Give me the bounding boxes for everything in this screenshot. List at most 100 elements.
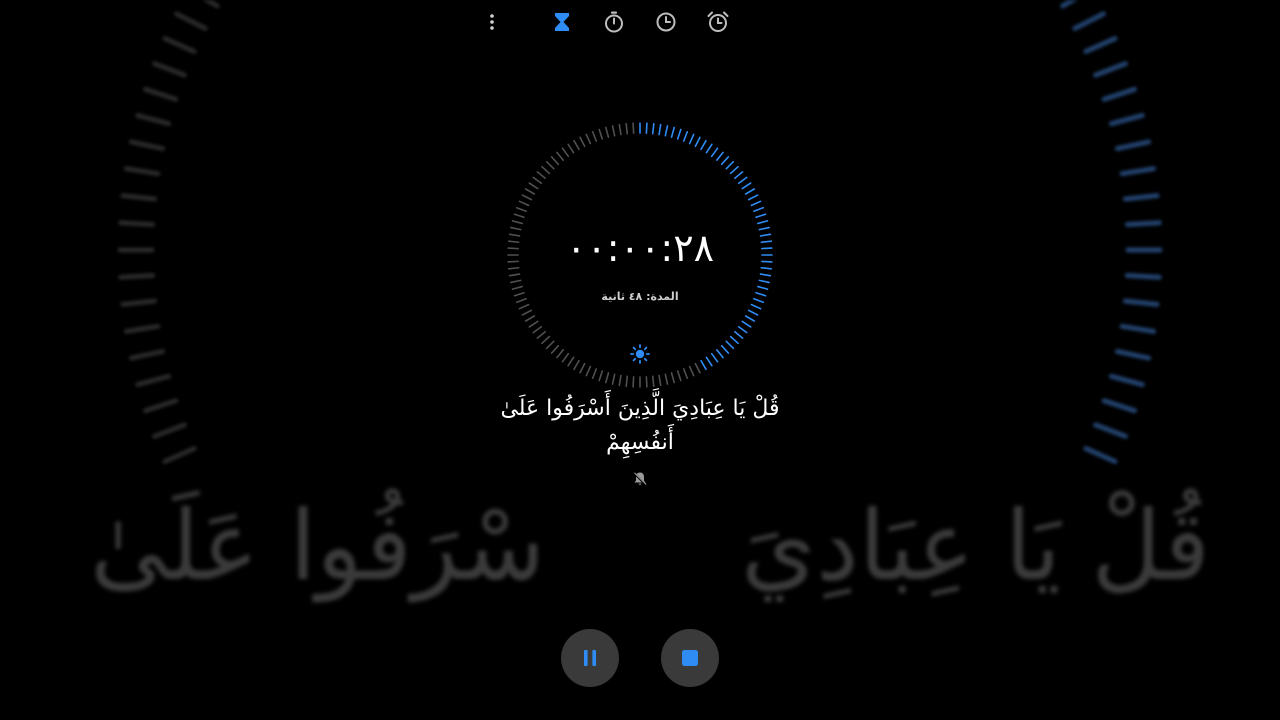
dial-tick — [645, 376, 648, 388]
dial-tick — [545, 340, 555, 350]
background-dial-tick — [1119, 323, 1157, 334]
dial-tick-active — [720, 156, 730, 166]
dial-tick — [694, 362, 701, 374]
dial-tick — [518, 303, 530, 310]
dial-tick — [556, 151, 565, 161]
stopwatch-icon[interactable] — [600, 8, 628, 36]
dial-tick-active — [747, 309, 759, 316]
dial-tick-active — [737, 176, 748, 185]
dial-tick — [598, 370, 604, 382]
dial-tick — [625, 122, 629, 135]
background-dial-tick — [135, 112, 172, 127]
subtitle-caption: قُلْ يَا عِبَادِيَ الَّذِينَ أَسْرَفُوا … — [440, 392, 840, 460]
dial-tick-active — [700, 139, 707, 151]
dial-tick — [658, 374, 662, 387]
background-dial-tick — [123, 323, 161, 334]
dial-tick-active — [645, 122, 648, 134]
background-dial-tick — [162, 35, 197, 55]
dial-tick — [611, 125, 616, 137]
background-dial-tick — [1122, 298, 1160, 307]
dial-tick-active — [664, 125, 669, 137]
dial-tick — [515, 206, 527, 213]
pause-icon — [584, 650, 596, 666]
background-dial-tick — [1101, 86, 1138, 102]
background-dial-tick — [1083, 35, 1118, 55]
dial-tick — [556, 349, 565, 359]
stop-button[interactable] — [661, 629, 719, 687]
dial-tick — [550, 344, 560, 354]
dial-tick-active — [750, 303, 762, 310]
dial-tick — [676, 370, 682, 382]
background-caption-left: سْرَفُوا عَلَىٰ — [90, 490, 546, 602]
dial-tick-active — [715, 349, 724, 359]
dial-tick — [511, 285, 523, 290]
dial-tick-active — [725, 160, 735, 170]
brightness-icon[interactable] — [630, 344, 650, 364]
dial-tick — [605, 372, 610, 384]
dial-tick-active — [759, 273, 772, 277]
dial-tick — [528, 320, 539, 328]
background-dial-tick — [174, 11, 208, 31]
dial-tick-active — [710, 352, 719, 363]
subtitle-line-1: قُلْ يَا عِبَادِيَ الَّذِينَ أَسْرَفُوا … — [500, 396, 780, 421]
more-vert-icon[interactable] — [478, 8, 506, 36]
dial-tick — [579, 136, 586, 148]
background-dial-tick — [135, 373, 172, 388]
dial-tick — [585, 365, 592, 377]
dial-tick-active — [758, 279, 770, 284]
dial-tick-active — [715, 151, 724, 161]
background-dial-tick — [152, 61, 187, 78]
dial-tick — [550, 156, 560, 166]
background-dial-tick — [1122, 193, 1160, 202]
dial-tick — [532, 325, 543, 334]
stop-icon — [682, 650, 698, 666]
dial-tick-active — [710, 147, 719, 158]
dial-tick-active — [725, 340, 735, 350]
dial-tick — [524, 188, 536, 195]
dial-tick — [508, 273, 521, 277]
dial-tick — [511, 220, 523, 225]
timer-screen: سْرَفُوا عَلَىٰ قُلْ يَا عِبَادِيَ ٠٠:٠٠… — [0, 0, 1280, 720]
dial-tick-active — [734, 171, 744, 180]
alarm-icon[interactable] — [704, 8, 732, 36]
background-dial-tick — [1083, 445, 1118, 465]
clock-icon[interactable] — [652, 8, 680, 36]
dial-tick — [518, 200, 530, 207]
background-dial-tick — [120, 193, 158, 202]
dial-tick-active — [757, 285, 769, 290]
dial-tick — [541, 165, 551, 175]
dial-tick-active — [658, 123, 662, 136]
dial-tick-active — [670, 126, 675, 138]
top-toolbar — [478, 8, 738, 36]
dial-tick — [567, 356, 575, 367]
dial-tick — [670, 372, 675, 384]
dial-tick-active — [729, 165, 739, 175]
dial-tick-active — [676, 128, 682, 140]
background-dial-tick — [1060, 0, 1079, 9]
dial-tick — [567, 143, 575, 154]
dial-tick — [536, 330, 546, 339]
time-readout: ٠٠:٠٠:٢٨ — [565, 226, 715, 270]
dial-tick — [545, 160, 555, 170]
background-dial-tick — [1114, 348, 1152, 361]
dial-tick — [682, 368, 689, 380]
background-dial-tick — [152, 422, 187, 439]
dial-tick-active — [705, 143, 713, 154]
hourglass-icon[interactable] — [548, 8, 576, 36]
dial-tick-active — [688, 133, 695, 145]
dial-tick-active — [682, 130, 689, 142]
background-dial-tick — [128, 348, 166, 361]
dial-tick — [618, 374, 622, 387]
dial-tick — [625, 375, 629, 388]
dial-tick — [528, 182, 539, 190]
pause-button[interactable] — [561, 629, 619, 687]
background-dial-tick — [1108, 112, 1145, 127]
background-dial-tick — [120, 298, 158, 307]
background-dial-tick — [1101, 398, 1138, 414]
dial-tick — [632, 376, 635, 388]
background-dial-tick — [1114, 139, 1152, 152]
dial-tick — [536, 171, 546, 180]
background-dial-tick — [201, 0, 220, 9]
background-dial-tick — [1124, 273, 1162, 280]
bell-off-icon[interactable] — [632, 471, 648, 487]
